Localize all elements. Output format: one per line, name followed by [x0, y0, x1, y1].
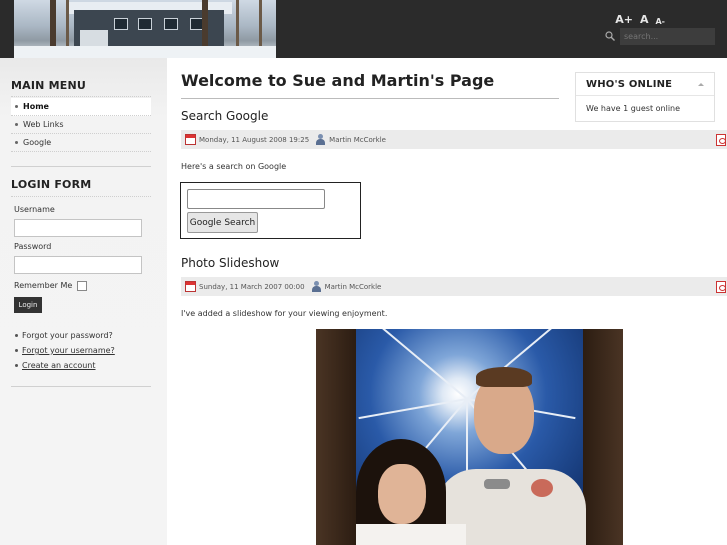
bullet-icon	[15, 141, 18, 144]
main-menu: Home Web Links Google	[11, 98, 151, 152]
remember-me-label: Remember Me	[14, 281, 73, 290]
menu-item-web-links[interactable]: Web Links	[11, 116, 151, 134]
pdf-icon[interactable]	[716, 281, 726, 293]
link-label: Create an account	[22, 361, 96, 370]
calendar-icon	[185, 281, 196, 292]
link-label: Forgot your username?	[22, 346, 115, 355]
google-search-box: Google Search	[180, 182, 361, 239]
site-header: A+ A A-	[0, 0, 727, 58]
article-author: Martin McCorkle	[329, 135, 386, 144]
divider	[11, 386, 151, 387]
bullet-icon	[15, 349, 18, 352]
bullet-icon	[15, 364, 18, 367]
menu-item-home[interactable]: Home	[11, 98, 151, 116]
menu-item-label: Home	[23, 102, 49, 111]
divider	[181, 98, 559, 99]
article-title-search-google[interactable]: Search Google	[181, 109, 268, 123]
left-sidebar: MAIN MENU Home Web Links Google LOGIN FO…	[0, 58, 167, 545]
collapse-icon[interactable]	[698, 83, 704, 86]
header-banner-photo	[14, 0, 276, 58]
divider	[11, 96, 151, 97]
username-label: Username	[14, 205, 55, 214]
login-links: Forgot your password? Forgot your userna…	[14, 328, 115, 373]
menu-item-label: Web Links	[23, 120, 64, 129]
article-meta-bar: Sunday, 11 March 2007 00:00 Martin McCor…	[181, 277, 727, 296]
create-account-link[interactable]: Create an account	[14, 358, 115, 373]
article-meta-bar: Monday, 11 August 2008 19:25 Martin McCo…	[181, 130, 727, 149]
google-search-input[interactable]	[187, 189, 325, 209]
divider	[576, 95, 714, 96]
article-date: Monday, 11 August 2008 19:25	[199, 135, 310, 144]
page-title: Welcome to Sue and Martin's Page	[181, 71, 495, 90]
pdf-icon[interactable]	[716, 134, 726, 146]
calendar-icon	[185, 134, 196, 145]
forgot-username-link[interactable]: Forgot your username?	[14, 343, 115, 358]
article-author: Martin McCorkle	[324, 282, 382, 291]
search-icon	[605, 31, 615, 41]
user-icon	[311, 281, 322, 292]
menu-item-google[interactable]: Google	[11, 134, 151, 152]
article-intro: Here's a search on Google	[181, 162, 287, 171]
login-form-title: LOGIN FORM	[11, 178, 92, 191]
username-field[interactable]	[14, 219, 142, 237]
menu-item-label: Google	[23, 138, 52, 147]
remember-me-checkbox[interactable]	[77, 281, 87, 291]
article-intro: I've added a slideshow for your viewing …	[181, 309, 388, 318]
slideshow-photo[interactable]	[316, 329, 623, 545]
whos-online-title: WHO'S ONLINE	[586, 79, 673, 90]
whos-online-module: WHO'S ONLINE We have 1 guest online	[575, 72, 715, 122]
user-icon	[315, 134, 326, 145]
divider	[11, 196, 151, 197]
whos-online-text: We have 1 guest online	[586, 104, 681, 113]
bullet-icon	[15, 334, 18, 337]
login-button[interactable]: Login	[14, 297, 42, 313]
bullet-icon	[15, 105, 18, 108]
font-size-controls: A+ A A-	[615, 13, 665, 26]
font-reset-button[interactable]: A	[640, 13, 649, 26]
forgot-password-link[interactable]: Forgot your password?	[14, 328, 115, 343]
password-field[interactable]	[14, 256, 142, 274]
main-menu-title: MAIN MENU	[11, 79, 86, 92]
link-label: Forgot your password?	[22, 331, 113, 340]
password-label: Password	[14, 242, 52, 251]
bullet-icon	[15, 123, 18, 126]
search-input[interactable]	[620, 28, 715, 45]
font-larger-button[interactable]: A+	[615, 13, 633, 26]
google-search-button[interactable]: Google Search	[187, 212, 258, 233]
article-date: Sunday, 11 March 2007 00:00	[199, 282, 305, 291]
article-title-photo-slideshow[interactable]: Photo Slideshow	[181, 256, 279, 270]
font-smaller-button[interactable]: A-	[655, 17, 665, 26]
divider	[11, 166, 151, 167]
